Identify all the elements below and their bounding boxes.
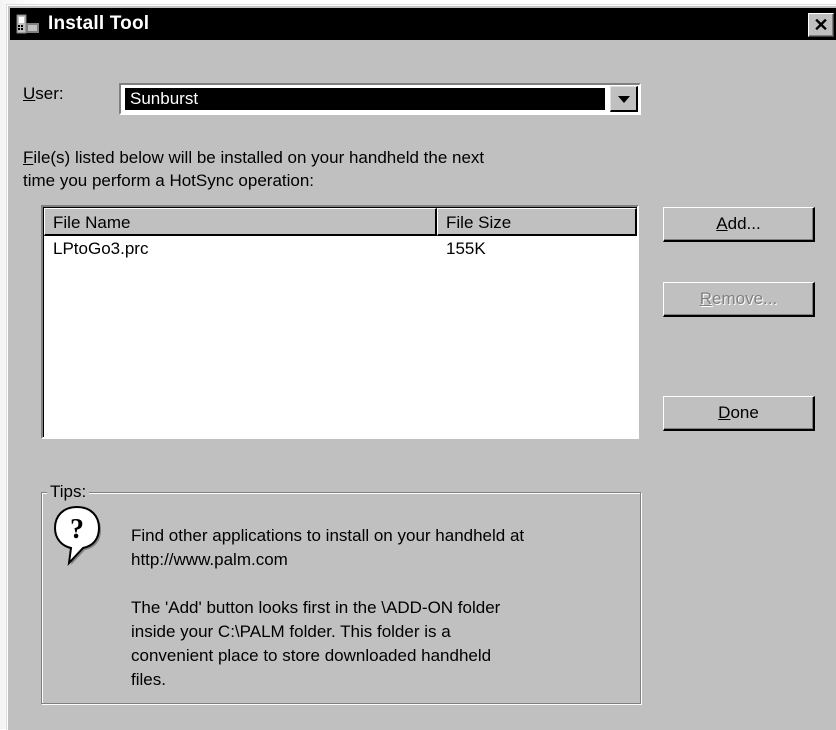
add-button[interactable]: Add... — [663, 207, 815, 242]
user-select-value: Sunburst — [125, 88, 605, 110]
close-button[interactable]: ✕ — [808, 13, 834, 37]
tip-1-line-2: http://www.palm.com — [131, 550, 288, 569]
title-bar[interactable]: Install Tool ✕ — [10, 8, 836, 40]
column-header-file-name[interactable]: File Name — [44, 208, 437, 236]
user-label: User: — [23, 84, 64, 104]
remove-button-label: emove... — [712, 289, 778, 308]
close-icon: ✕ — [813, 15, 829, 35]
tips-label: Tips: — [47, 482, 90, 502]
column-header-file-size[interactable]: File Size — [437, 208, 637, 236]
done-button[interactable]: Done — [663, 396, 815, 431]
remove-button[interactable]: Remove... — [663, 282, 815, 317]
svg-text:?: ? — [70, 514, 84, 545]
user-select-dropdown-button[interactable] — [610, 86, 638, 112]
install-tool-dialog: Install Tool ✕ User: Sunburst File(s) li… — [6, 4, 836, 730]
file-name-cell: LPtoGo3.prc — [53, 239, 149, 258]
file-list[interactable]: File Name File Size LPtoGo3.prc 155K — [41, 205, 639, 439]
done-button-label: one — [730, 403, 759, 422]
tip-2-line-2: inside your C:\PALM folder. This folder … — [131, 622, 451, 641]
file-size-cell: 155K — [446, 239, 486, 258]
tip-2-line-3: convenient place to store downloaded han… — [131, 646, 492, 665]
remove-button-access-key: R — [699, 289, 713, 308]
chevron-down-icon — [618, 96, 630, 103]
instructions-access-key: F — [23, 148, 34, 167]
user-select[interactable]: Sunburst — [119, 83, 641, 115]
window-title: Install Tool — [48, 13, 150, 34]
user-label-rest: ser: — [35, 84, 64, 103]
instructions-line-1-text: ile(s) listed below will be installed on… — [33, 148, 485, 167]
tip-2-line-1: The 'Add' button looks first in the \ADD… — [131, 598, 501, 617]
question-balloon-icon: ? — [53, 505, 101, 566]
add-button-access-key: A — [716, 214, 728, 233]
instructions-line-1: File(s) listed below will be installed o… — [23, 148, 484, 168]
add-button-label: dd... — [727, 214, 761, 233]
install-tool-app-icon — [16, 14, 39, 34]
instructions-line-2: time you perform a HotSync operation: — [23, 171, 315, 190]
done-button-access-key: D — [718, 403, 731, 422]
file-list-body: File Name File Size LPtoGo3.prc 155K — [43, 207, 637, 437]
tip-1-line-1: Find other applications to install on yo… — [131, 526, 525, 545]
user-label-access-key: U — [23, 84, 36, 103]
tip-2-line-4: files. — [131, 670, 166, 689]
